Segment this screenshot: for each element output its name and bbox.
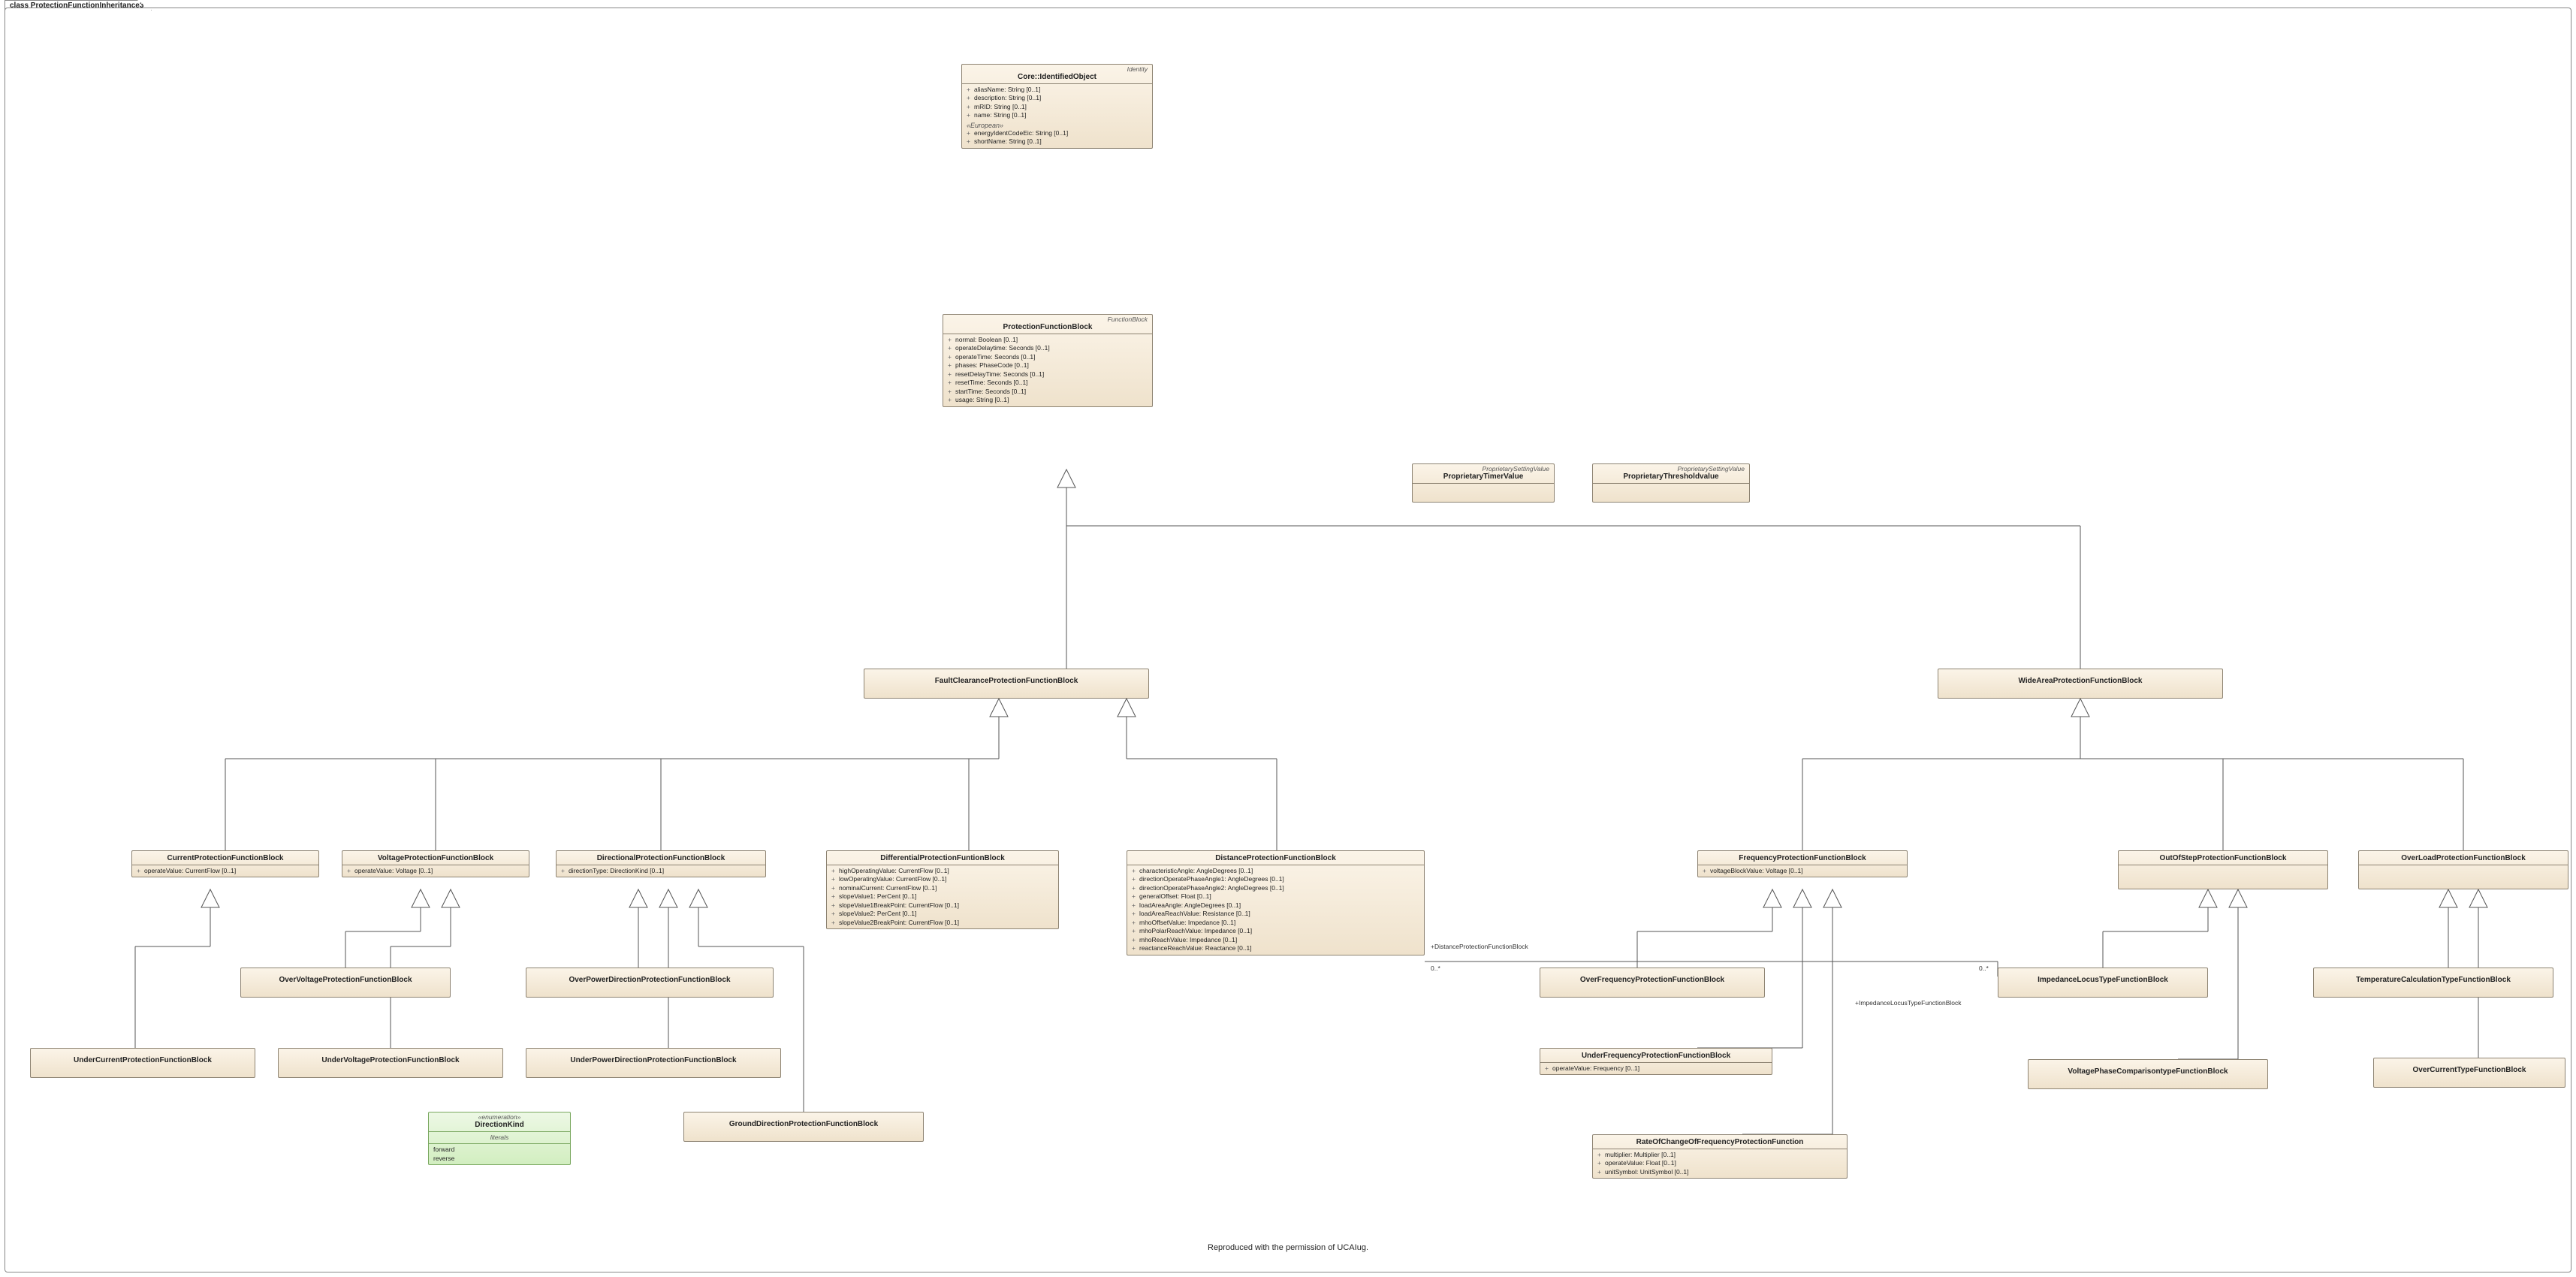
assoc-role-distance: +DistanceProtectionFunctionBlock bbox=[1431, 943, 1528, 950]
class-name: ProtectionFunctionBlock bbox=[943, 323, 1152, 334]
class-over-voltage: OverVoltageProtectionFunctionBlock bbox=[240, 968, 451, 998]
attributes: +aliasName: String [0..1] +description: … bbox=[962, 83, 1152, 148]
class-fault-clearance: FaultClearanceProtectionFunctionBlock bbox=[864, 669, 1149, 699]
class-impedance-locus: ImpedanceLocusTypeFunctionBlock bbox=[1998, 968, 2208, 998]
class-under-current: UnderCurrentProtectionFunctionBlock bbox=[30, 1048, 255, 1078]
class-identified-object: Identity Core::IdentifiedObject +aliasNa… bbox=[961, 64, 1153, 149]
class-directional-protection: DirectionalProtectionFunctionBlock +dire… bbox=[556, 850, 766, 877]
class-proprietary-timer-value: ProprietarySettingValue ProprietaryTimer… bbox=[1412, 463, 1555, 503]
class-over-load: OverLoadProtectionFunctionBlock bbox=[2358, 850, 2568, 889]
class-out-of-step: OutOfStepProtectionFunctionBlock bbox=[2118, 850, 2328, 889]
assoc-mult-distance: 0..* bbox=[1431, 965, 1440, 972]
class-over-power-direction: OverPowerDirectionProtectionFunctionBloc… bbox=[526, 968, 774, 998]
class-voltage-protection: VoltageProtectionFunctionBlock +operateV… bbox=[342, 850, 529, 877]
class-under-power-direction: UnderPowerDirectionProtectionFunctionBlo… bbox=[526, 1048, 781, 1078]
footer-credit: Reproduced with the permission of UCAIug… bbox=[0, 1243, 2576, 1252]
enum-direction-kind: «enumeration» DirectionKind literals for… bbox=[428, 1112, 571, 1165]
class-under-voltage: UnderVoltageProtectionFunctionBlock bbox=[278, 1048, 503, 1078]
class-frequency-protection: FrequencyProtectionFunctionBlock +voltag… bbox=[1697, 850, 1908, 877]
class-proprietary-threshold-value: ProprietarySettingValue ProprietaryThres… bbox=[1592, 463, 1750, 503]
class-voltage-phase-comparison: VoltagePhaseComparisontypeFunctionBlock bbox=[2028, 1059, 2268, 1089]
assoc-role-impedance: +ImpedanceLocusTypeFunctionBlock bbox=[1855, 999, 1962, 1007]
class-wide-area: WideAreaProtectionFunctionBlock bbox=[1938, 669, 2223, 699]
class-distance-protection: DistanceProtectionFunctionBlock +charact… bbox=[1127, 850, 1425, 955]
class-current-protection: CurrentProtectionFunctionBlock +operateV… bbox=[131, 850, 319, 877]
class-over-frequency: OverFrequencyProtectionFunctionBlock bbox=[1540, 968, 1765, 998]
class-differential-protection: DifferentialProtectionFuntionBlock +high… bbox=[826, 850, 1059, 929]
canvas: class ProtectionFunctionInheritance3 bbox=[0, 0, 2576, 1277]
stereotype: FunctionBlock bbox=[943, 315, 1152, 323]
assoc-mult-impedance: 0..* bbox=[1979, 965, 1989, 972]
class-rate-of-change: RateOfChangeOfFrequencyProtectionFunctio… bbox=[1592, 1134, 1848, 1179]
class-name: Core::IdentifiedObject bbox=[962, 73, 1152, 83]
class-under-frequency: UnderFrequencyProtectionFunctionBlock +o… bbox=[1540, 1048, 1772, 1075]
stereotype: Identity bbox=[962, 65, 1152, 73]
attributes: +normal: Boolean [0..1] +operateDelaytim… bbox=[943, 334, 1152, 406]
class-ground-direction: GroundDirectionProtectionFunctionBlock bbox=[683, 1112, 924, 1142]
class-over-current-type: OverCurrentTypeFunctionBlock bbox=[2373, 1058, 2565, 1088]
class-temperature-calc: TemperatureCalculationTypeFunctionBlock bbox=[2313, 968, 2553, 998]
class-protection-function-block: FunctionBlock ProtectionFunctionBlock +n… bbox=[943, 314, 1153, 407]
